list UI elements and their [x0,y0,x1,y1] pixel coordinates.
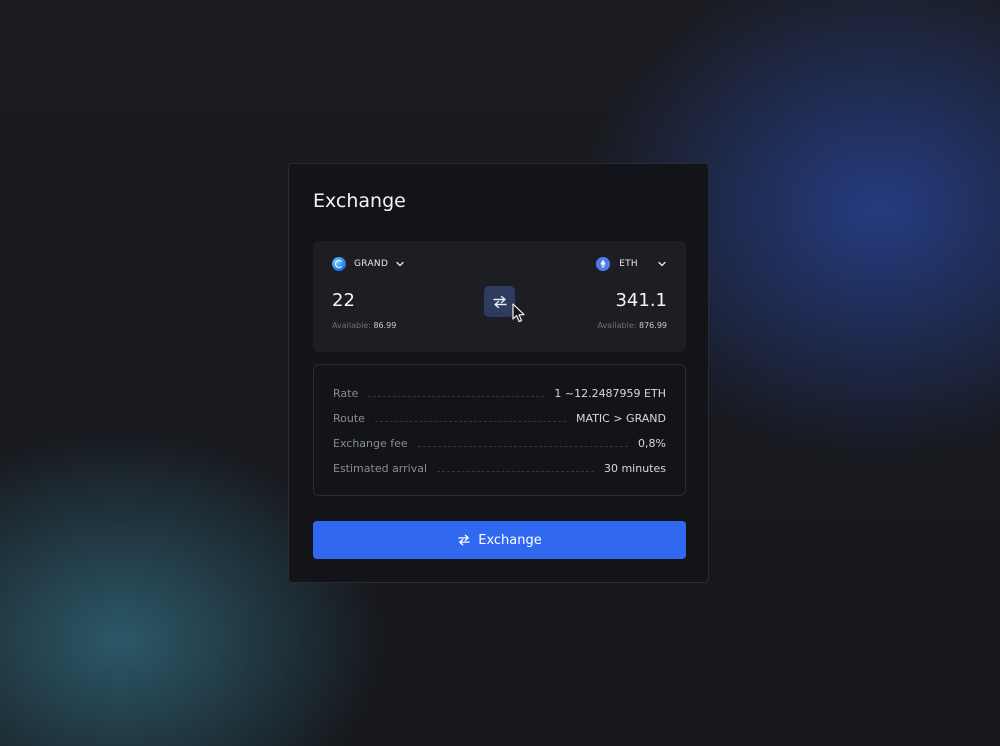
from-available-value: 86.99 [373,321,397,330]
swap-direction-button[interactable] [484,286,515,317]
detail-row-estimated-arrival: Estimated arrival 30 minutes [333,461,666,475]
dotted-leader [437,470,594,472]
swap-arrows-icon [458,534,471,546]
detail-value: 30 minutes [603,461,666,475]
exchange-button-label: Exchange [478,532,542,548]
to-token-selector[interactable]: ETH [596,256,667,272]
eth-token-icon [596,257,611,271]
to-available-value: 876.99 [639,321,667,330]
detail-row-route: Route MATIC > GRAND [333,411,666,425]
mouse-pointer-icon [512,303,525,323]
detail-row-exchange-fee: Exchange fee 0,8% [333,436,666,450]
dotted-leader [417,445,629,447]
swap-arrows-icon [492,295,507,308]
to-token-name: ETH [619,259,638,269]
chevron-down-icon [658,261,666,267]
from-token-selector[interactable]: GRAND [332,256,405,272]
from-available-label: Available: [332,321,371,330]
detail-label: Estimated arrival [333,461,428,475]
to-available-label: Available: [597,321,637,330]
chevron-down-icon [396,261,404,267]
exchange-button[interactable]: Exchange [313,521,686,559]
swap-panel: GRAND ETH 22 341.1 Available: 86.99 Avai… [313,241,686,352]
from-token-name: GRAND [354,259,389,269]
exchange-details: Rate 1 ~12.2487959 ETH Route MATIC > GRA… [313,364,686,496]
to-available: Available: 876.99 [598,321,667,330]
detail-value: 1 ~12.2487959 ETH [554,386,666,400]
dotted-leader [368,395,545,397]
detail-row-rate: Rate 1 ~12.2487959 ETH [333,386,666,400]
dotted-leader [374,420,567,422]
from-amount-input[interactable]: 22 [332,290,355,311]
detail-value: 0,8% [638,436,666,450]
detail-label: Route [333,411,365,425]
detail-label: Exchange fee [333,436,408,450]
card-title: Exchange [313,190,406,212]
from-available: Available: 86.99 [332,321,396,330]
to-amount-input[interactable]: 341.1 [615,290,667,311]
exchange-card: Exchange GRAND ETH 22 341.1 Available: 8… [288,163,709,583]
detail-value: MATIC > GRAND [576,411,666,425]
detail-label: Rate [333,386,359,400]
grand-token-icon [332,257,346,271]
